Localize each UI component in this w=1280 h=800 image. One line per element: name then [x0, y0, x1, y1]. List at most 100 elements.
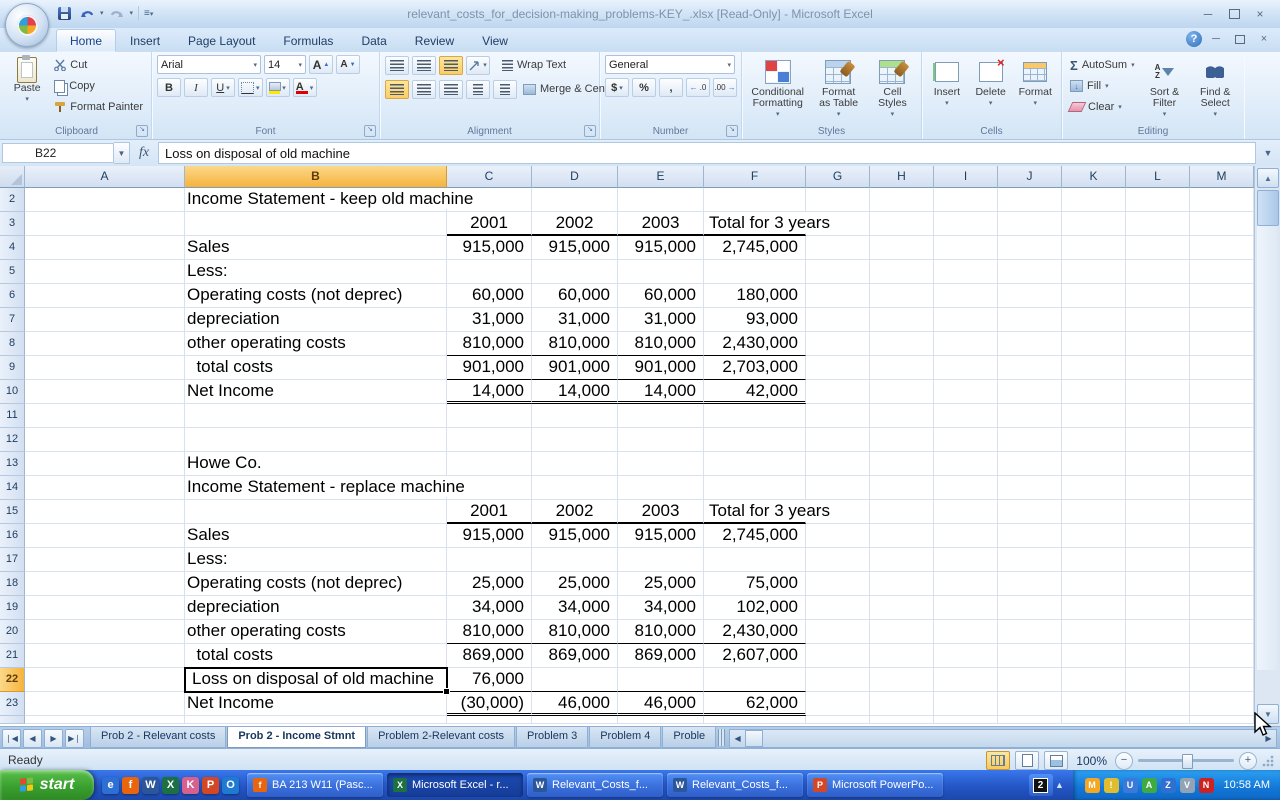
column-header-F[interactable]: F [704, 166, 806, 188]
percent-style-button[interactable]: % [632, 78, 656, 97]
ribbon-tab-formulas[interactable]: Formulas [269, 29, 347, 52]
cell-J15[interactable] [998, 500, 1062, 524]
cell-J16[interactable] [998, 524, 1062, 548]
row-header-17[interactable]: 17 [0, 548, 25, 572]
column-header-E[interactable]: E [618, 166, 704, 188]
cell-D11[interactable] [532, 404, 618, 428]
cell-L8[interactable] [1126, 332, 1190, 356]
cell-B5[interactable]: Less: [185, 260, 447, 284]
cell-I5[interactable] [934, 260, 998, 284]
cell-C18[interactable]: 25,000 [447, 572, 532, 596]
cell-F6[interactable]: 180,000 [704, 284, 806, 308]
restore-button[interactable] [1222, 5, 1246, 22]
cell-E3[interactable]: 2003 [618, 212, 704, 236]
cell-J5[interactable] [998, 260, 1062, 284]
cell-D20[interactable]: 810,000 [532, 620, 618, 644]
cell-J9[interactable] [998, 356, 1062, 380]
cell-G13[interactable] [806, 452, 870, 476]
cell-B10[interactable]: Net Income [185, 380, 447, 404]
cell-I18[interactable] [934, 572, 998, 596]
excel-icon[interactable]: X [162, 777, 179, 794]
cell-K9[interactable] [1062, 356, 1126, 380]
zoom-slider-thumb[interactable] [1182, 754, 1193, 769]
cell-M18[interactable] [1190, 572, 1254, 596]
cell-A4[interactable] [25, 236, 185, 260]
zoom-in-icon[interactable]: + [1239, 752, 1257, 770]
cell-E7[interactable]: 31,000 [618, 308, 704, 332]
language-indicator-button[interactable]: 2 [1029, 774, 1053, 796]
page-break-view-button[interactable] [1044, 751, 1068, 770]
column-header-B[interactable]: B [185, 166, 447, 188]
borders-button[interactable]: ▾ [238, 78, 263, 97]
row-header-22[interactable]: 22 [0, 668, 25, 692]
scroll-up-icon[interactable]: ▲ [1257, 168, 1279, 188]
cell-A7[interactable] [25, 308, 185, 332]
cell-B14[interactable]: Income Statement - replace machine [185, 476, 447, 500]
zoom-level[interactable]: 100% [1076, 754, 1107, 768]
cell-D21[interactable]: 869,000 [532, 644, 618, 668]
align-top-button[interactable] [385, 56, 409, 75]
align-middle-button[interactable] [412, 56, 436, 75]
align-left-button[interactable] [385, 80, 409, 99]
sheet-tab-proble[interactable]: Proble [662, 727, 716, 748]
cell-K16[interactable] [1062, 524, 1126, 548]
cell-I15[interactable] [934, 500, 998, 524]
cell-D3[interactable]: 2002 [532, 212, 618, 236]
column-header-M[interactable]: M [1190, 166, 1254, 188]
shrink-font-button[interactable]: A▼ [336, 55, 360, 74]
cell-M5[interactable] [1190, 260, 1254, 284]
cell-E21[interactable]: 869,000 [618, 644, 704, 668]
cell-styles-button[interactable]: Cell Styles▾ [869, 55, 916, 123]
cell-J10[interactable] [998, 380, 1062, 404]
ribbon-tab-insert[interactable]: Insert [116, 29, 174, 52]
scroll-down-icon[interactable]: ▼ [1257, 704, 1279, 724]
cell-H16[interactable] [870, 524, 934, 548]
cell-H20[interactable] [870, 620, 934, 644]
taskbar-chevron-icon[interactable]: ▲ [1053, 780, 1067, 790]
cell-G9[interactable] [806, 356, 870, 380]
row-header-7[interactable]: 7 [0, 308, 25, 332]
word-icon[interactable]: W [142, 777, 159, 794]
cell-F16[interactable]: 2,745,000 [704, 524, 806, 548]
insert-cells-button[interactable]: Insert▾ [927, 55, 967, 123]
cell-K8[interactable] [1062, 332, 1126, 356]
cell-E4[interactable]: 915,000 [618, 236, 704, 260]
cell-H6[interactable] [870, 284, 934, 308]
cell-J6[interactable] [998, 284, 1062, 308]
sheet-tab-problem-3[interactable]: Problem 3 [516, 727, 588, 748]
cell-C8[interactable]: 810,000 [447, 332, 532, 356]
cell-M9[interactable] [1190, 356, 1254, 380]
cell-A19[interactable] [25, 596, 185, 620]
cell-F7[interactable]: 93,000 [704, 308, 806, 332]
cell-D10[interactable]: 14,000 [532, 380, 618, 404]
cell-L2[interactable] [1126, 188, 1190, 212]
cell-C15[interactable]: 2001 [447, 500, 532, 524]
row-header-9[interactable]: 9 [0, 356, 25, 380]
taskbar-button-2[interactable]: XMicrosoft Excel - r... [387, 773, 523, 797]
cell-L10[interactable] [1126, 380, 1190, 404]
cell-D13[interactable] [532, 452, 618, 476]
row-header-6[interactable]: 6 [0, 284, 25, 308]
cell-K5[interactable] [1062, 260, 1126, 284]
ribbon-tab-review[interactable]: Review [401, 29, 468, 52]
cell-F2[interactable] [704, 188, 806, 212]
cell-I12[interactable] [934, 428, 998, 452]
cell-K7[interactable] [1062, 308, 1126, 332]
cell-A18[interactable] [25, 572, 185, 596]
name-box[interactable]: B22 [2, 143, 114, 163]
cell-B18[interactable]: Operating costs (not deprec) [185, 572, 447, 596]
cell-D23[interactable]: 46,000 [532, 692, 618, 716]
cell-D8[interactable]: 810,000 [532, 332, 618, 356]
column-header-C[interactable]: C [447, 166, 532, 188]
cell-E9[interactable]: 901,000 [618, 356, 704, 380]
cell-B13[interactable]: Howe Co. [185, 452, 447, 476]
cell-B6[interactable]: Operating costs (not deprec) [185, 284, 447, 308]
bold-button[interactable]: B [157, 78, 181, 97]
cell-B4[interactable]: Sales [185, 236, 447, 260]
cell-I22[interactable] [934, 668, 998, 692]
cell-M4[interactable] [1190, 236, 1254, 260]
row-header-23[interactable]: 23 [0, 692, 25, 716]
cell-M12[interactable] [1190, 428, 1254, 452]
cell-H18[interactable] [870, 572, 934, 596]
cell-M19[interactable] [1190, 596, 1254, 620]
